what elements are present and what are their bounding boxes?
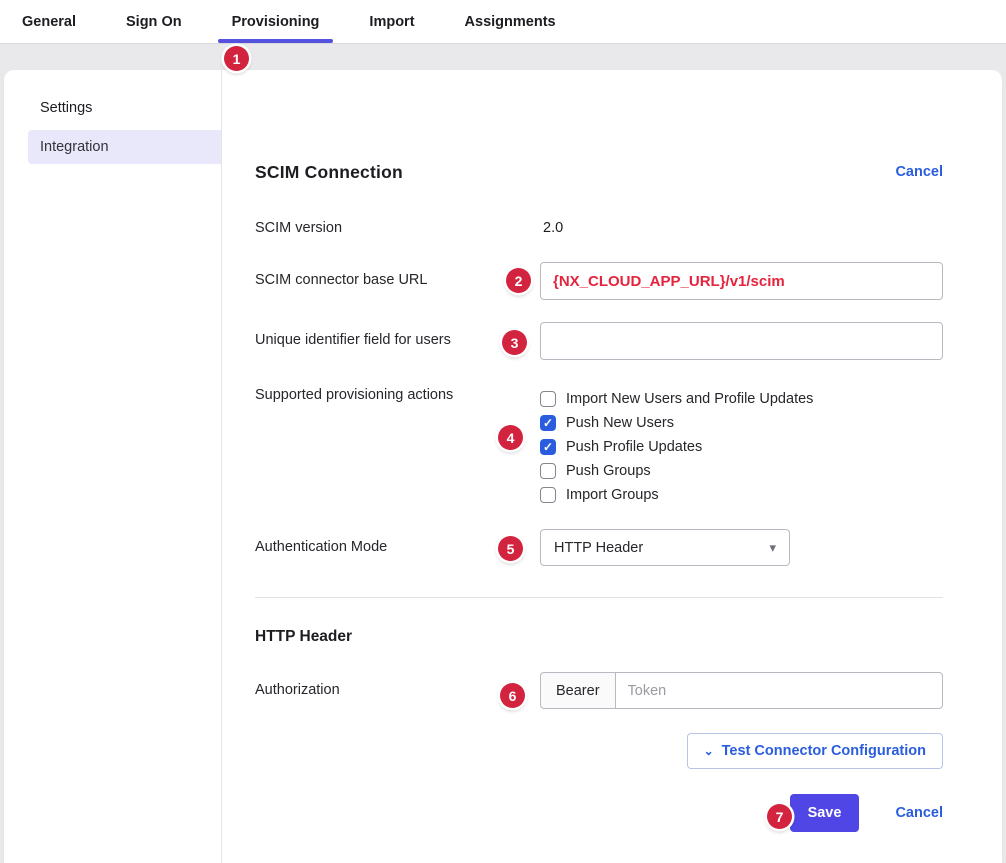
checkbox[interactable]: ✓: [540, 391, 556, 407]
provisioning-page: General Sign On Provisioning Import Assi…: [0, 0, 1006, 863]
tab-sign-on[interactable]: Sign On: [120, 0, 188, 43]
chevron-down-icon: ▾: [769, 540, 776, 556]
unique-id-label: Unique identifier field for users: [255, 322, 540, 348]
scim-version-label: SCIM version: [255, 220, 540, 236]
test-connector-icon: ⌄: [704, 745, 714, 757]
http-header-heading: HTTP Header: [255, 628, 943, 646]
annotation-badge-6: 6: [500, 683, 525, 708]
option-push-new-users[interactable]: ✓ Push New Users: [540, 411, 943, 435]
option-push-profile-updates[interactable]: ✓ Push Profile Updates: [540, 435, 943, 459]
tab-label: Import: [369, 14, 414, 30]
annotation-badge-4: 4: [498, 425, 523, 450]
scim-connection-form: SCIM Connection Cancel SCIM version 2.0 …: [222, 70, 1002, 863]
annotation-badge-2: 2: [506, 268, 531, 293]
tab-assignments[interactable]: Assignments: [459, 0, 562, 43]
checkbox[interactable]: ✓: [540, 439, 556, 455]
settings-card: Settings Integration SCIM Connection Can…: [4, 70, 1002, 863]
section-divider: [255, 597, 943, 598]
option-push-groups[interactable]: ✓ Push Groups: [540, 459, 943, 483]
checkbox[interactable]: ✓: [540, 463, 556, 479]
sidebar-heading: Settings: [4, 100, 221, 116]
tab-import[interactable]: Import: [363, 0, 420, 43]
base-url-label: SCIM connector base URL: [255, 262, 540, 288]
auth-mode-value: HTTP Header: [554, 540, 643, 556]
authorization-label: Authorization: [255, 672, 540, 698]
tab-label: Assignments: [465, 14, 556, 30]
checkbox[interactable]: ✓: [540, 487, 556, 503]
bearer-prefix: Bearer: [540, 672, 616, 709]
tab-general[interactable]: General: [16, 0, 82, 43]
checkbox-label: Push Groups: [566, 463, 651, 479]
tab-label: General: [22, 14, 76, 30]
settings-sidebar: Settings Integration: [4, 70, 222, 863]
checkbox-label: Import Groups: [566, 487, 659, 503]
checkbox-label: Push Profile Updates: [566, 439, 702, 455]
tab-label: Sign On: [126, 14, 182, 30]
test-connector-button[interactable]: ⌄ Test Connector Configuration: [687, 733, 943, 769]
annotation-badge-5: 5: [498, 536, 523, 561]
annotation-badge-7: 7: [767, 804, 792, 829]
annotation-badge-1: 1: [224, 46, 249, 71]
checkbox-label: Push New Users: [566, 415, 674, 431]
authorization-group: Bearer: [540, 672, 943, 709]
token-input[interactable]: [615, 672, 943, 709]
test-connector-label: Test Connector Configuration: [722, 743, 926, 759]
provisioning-actions-label: Supported provisioning actions: [255, 387, 540, 403]
app-tab-bar: General Sign On Provisioning Import Assi…: [0, 0, 1006, 44]
tab-provisioning[interactable]: Provisioning: [226, 0, 326, 43]
check-icon: ✓: [543, 417, 553, 429]
annotation-badge-3: 3: [502, 330, 527, 355]
tab-label: Provisioning: [232, 14, 320, 30]
auth-mode-select[interactable]: HTTP Header ▾: [540, 529, 790, 566]
auth-mode-label: Authentication Mode: [255, 529, 540, 555]
sidebar-item-integration[interactable]: Integration: [28, 130, 221, 164]
save-button[interactable]: Save: [790, 794, 860, 832]
checkbox-label: Import New Users and Profile Updates: [566, 391, 813, 407]
cancel-link-top[interactable]: Cancel: [895, 164, 943, 180]
provisioning-actions-group: ✓ Import New Users and Profile Updates ✓…: [540, 387, 943, 507]
base-url-input[interactable]: [540, 262, 943, 300]
check-icon: ✓: [543, 441, 553, 453]
cancel-link-bottom[interactable]: Cancel: [895, 805, 943, 821]
page-title: SCIM Connection: [255, 162, 403, 183]
option-import-groups[interactable]: ✓ Import Groups: [540, 483, 943, 507]
scim-version-value: 2.0: [540, 220, 943, 236]
option-import-new-users[interactable]: ✓ Import New Users and Profile Updates: [540, 387, 943, 411]
checkbox[interactable]: ✓: [540, 415, 556, 431]
unique-id-input[interactable]: [540, 322, 943, 360]
